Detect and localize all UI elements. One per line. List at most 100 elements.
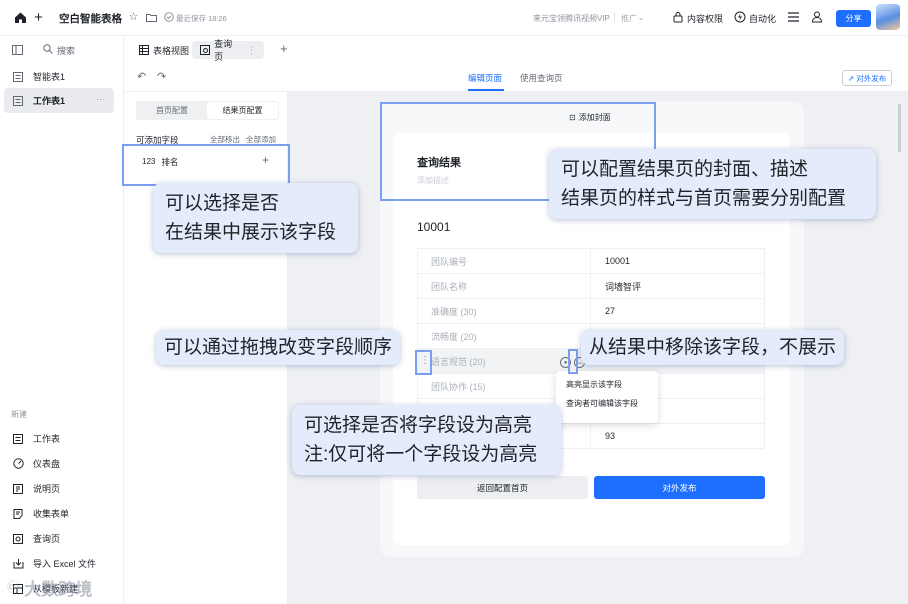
- field-label: 团队名称: [418, 274, 591, 298]
- callout-cover: 可以配置结果页的封面、描述 结果页的样式与首页需要分别配置: [549, 149, 876, 219]
- grid-icon: [138, 45, 149, 56]
- more-options-icon[interactable]: ···: [96, 94, 105, 104]
- automation-icon[interactable]: [734, 11, 746, 23]
- table-icon: [12, 95, 24, 107]
- callout-line: 从结果中移除该字段，不展示: [589, 337, 837, 358]
- redo-icon[interactable]: ↷: [157, 70, 166, 83]
- callout-select-field: 可以选择是否 在结果中展示该字段: [153, 183, 358, 253]
- promo-tag: 推广: [621, 14, 637, 23]
- view-tabs-bar: 表格视图 查询页 ⋮ +: [124, 36, 908, 64]
- sidebar-item-worksheet[interactable]: 工作表1 ···: [4, 88, 114, 113]
- menu-item-editable[interactable]: 查询者可编辑该字段: [556, 394, 658, 413]
- import-excel-item[interactable]: 导入 Excel 文件: [0, 551, 124, 576]
- user-settings-icon[interactable]: [812, 11, 824, 23]
- tab-query-page[interactable]: 查询页 ⋮: [192, 39, 264, 62]
- item-label: 导入 Excel 文件: [33, 559, 97, 569]
- avatar[interactable]: [876, 4, 900, 30]
- callout-line: 在结果中展示该字段: [165, 222, 337, 243]
- callout-line: 注:仅可将一个字段设为高亮: [304, 444, 538, 465]
- table-icon: [12, 433, 24, 445]
- table-icon: [12, 71, 24, 83]
- tab-home-config[interactable]: 首页配置: [137, 102, 207, 119]
- permission-button[interactable]: 内容权限: [687, 12, 723, 25]
- new-query-page-item[interactable]: 查询页: [0, 526, 124, 551]
- field-row: 准确度 (30) 27: [418, 299, 764, 324]
- dashboard-icon: [12, 458, 24, 470]
- menu-item-highlight[interactable]: 高亮显示该字段: [556, 375, 658, 394]
- document-icon: [12, 483, 24, 495]
- watermark-logo-icon: ♾: [6, 577, 22, 597]
- field-options-menu: 高亮显示该字段 查询者可编辑该字段: [556, 371, 658, 423]
- field-value: 词墙智评: [605, 281, 642, 292]
- new-form-item[interactable]: 收集表单: [0, 501, 124, 526]
- saved-check-icon: [164, 12, 174, 22]
- highlight-box-field: [122, 144, 290, 186]
- item-label: 查询页: [33, 534, 61, 544]
- sidebar-item-smart-table[interactable]: 智能表1: [4, 64, 114, 89]
- field-value: 10001: [605, 256, 631, 266]
- scrollbar[interactable]: [898, 104, 901, 152]
- automation-button[interactable]: 自动化: [749, 12, 776, 25]
- search-input[interactable]: 搜索: [57, 44, 75, 57]
- item-label: 收集表单: [33, 509, 70, 519]
- add-icon[interactable]: +: [32, 9, 45, 26]
- tab-edit-page[interactable]: 编辑页面: [468, 72, 502, 84]
- highlight-box-remove: [568, 349, 578, 374]
- config-tab-switch: 首页配置 结果页配置: [136, 101, 279, 120]
- tab-label: 表格视图: [153, 45, 190, 56]
- field-row: 团队名称 词墙智评: [418, 274, 764, 299]
- divider: [614, 12, 615, 22]
- form-icon: [12, 508, 24, 520]
- tab-underline: [468, 89, 504, 91]
- new-dashboard-item[interactable]: 仪表盘: [0, 451, 124, 476]
- publish-button[interactable]: 对外发布: [594, 476, 765, 499]
- sidebar: 搜索 智能表1 工作表1 ··· 新建 工作表 仪表盘 说明页 收集表单 查询页: [0, 36, 124, 604]
- promo-link[interactable]: 来元宝领腾讯视频VIP: [533, 13, 610, 24]
- add-tab-button[interactable]: +: [280, 41, 288, 56]
- editor-toolbar: ↶ ↷ 编辑页面 使用查询页 ⇗ 对外发布: [124, 64, 908, 92]
- query-page-icon: [12, 533, 24, 545]
- watermark: ♾ 大数跨境: [6, 575, 92, 600]
- callout-line: 可以通过拖拽改变字段顺序: [164, 337, 393, 358]
- watermark-text: 大数跨境: [24, 580, 93, 599]
- menu-icon[interactable]: [788, 11, 799, 22]
- field-value: 27: [605, 306, 616, 316]
- drag-handle-icon[interactable]: ⋮: [247, 45, 256, 56]
- home-icon[interactable]: [14, 11, 27, 24]
- callout-line: 结果页的样式与首页需要分别配置: [561, 188, 847, 209]
- top-bar: + 空白智能表格 ☆ 最近保存 18:26 来元宝领腾讯视频VIP 推广 ⌄ 内…: [0, 0, 908, 36]
- record-id: 10001: [417, 220, 451, 234]
- callout-line: 可选择是否将字段设为高亮: [304, 415, 533, 436]
- field-value: 93: [605, 431, 616, 441]
- tab-result-config[interactable]: 结果页配置: [207, 102, 278, 119]
- new-worksheet-item[interactable]: 工作表: [0, 426, 124, 451]
- tab-table-view[interactable]: 表格视图: [134, 41, 193, 59]
- undo-icon[interactable]: ↶: [137, 70, 146, 83]
- new-doc-page-item[interactable]: 说明页: [0, 476, 124, 501]
- share-button[interactable]: 分享: [836, 10, 871, 27]
- highlight-box-drag: [415, 350, 432, 375]
- item-label: 工作表: [33, 434, 61, 444]
- field-label: 团队编号: [418, 249, 591, 273]
- publish-top-button[interactable]: ⇗ 对外发布: [842, 70, 893, 86]
- document-title[interactable]: 空白智能表格: [59, 11, 122, 26]
- item-label: 说明页: [33, 484, 61, 494]
- search-icon[interactable]: [43, 44, 53, 54]
- import-icon: [12, 558, 24, 570]
- query-page-icon: [200, 45, 211, 56]
- save-status: 最近保存 18:26: [176, 14, 227, 23]
- lock-icon[interactable]: [673, 11, 683, 23]
- chevron-down-icon[interactable]: ⌄: [637, 13, 645, 22]
- sidebar-item-label: 智能表1: [33, 72, 66, 82]
- field-label: 流畅度 (20): [418, 324, 591, 348]
- folder-icon[interactable]: [146, 12, 157, 22]
- sidebar-toggle-icon[interactable]: [12, 44, 23, 55]
- field-row: 团队编号 10001: [418, 249, 764, 274]
- back-to-home-config-button[interactable]: 返回配置首页: [417, 476, 588, 499]
- field-label: 准确度 (30): [418, 299, 591, 323]
- tab-use-query-page[interactable]: 使用查询页: [520, 72, 563, 84]
- star-icon[interactable]: ☆: [128, 11, 139, 23]
- sidebar-item-label: 工作表1: [33, 96, 66, 106]
- new-section-heading: 新建: [11, 410, 27, 419]
- callout-highlight: 可选择是否将字段设为高亮 注:仅可将一个字段设为高亮: [292, 405, 561, 475]
